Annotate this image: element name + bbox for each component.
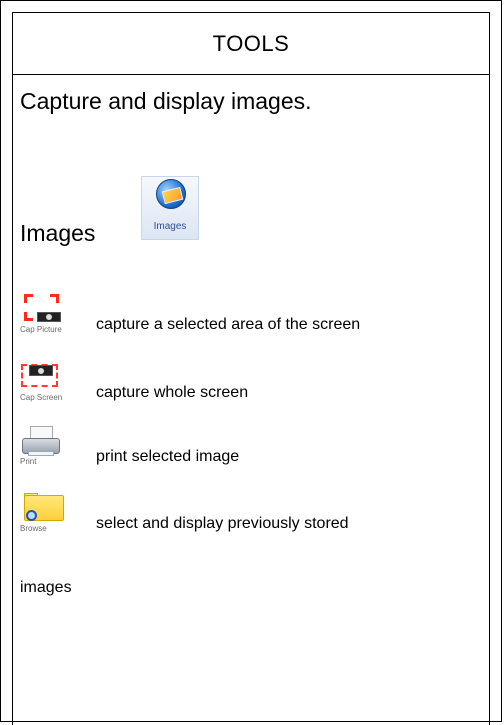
- tool-row-browse: Browse select and display previously sto…: [20, 493, 480, 539]
- images-section: Images Images: [20, 176, 320, 256]
- browse-description-continued: images: [20, 579, 72, 596]
- cap-picture-caption: Cap Picture: [20, 325, 62, 334]
- browse-caption: Browse: [20, 524, 47, 533]
- images-button-label: Images: [153, 221, 187, 232]
- cap-picture-description: capture a selected area of the screen: [96, 316, 361, 333]
- cap-screen-icon[interactable]: Cap Screen: [20, 362, 88, 408]
- browse-icon[interactable]: Browse: [20, 493, 88, 539]
- cap-picture-icon[interactable]: Cap Picture: [20, 294, 88, 340]
- cap-screen-description: capture whole screen: [96, 384, 249, 401]
- page-title: TOOLS: [12, 12, 490, 75]
- print-description: print selected image: [96, 448, 240, 465]
- cap-screen-caption: Cap Screen: [20, 393, 63, 402]
- print-icon[interactable]: Print: [20, 426, 88, 472]
- intro-text: Capture and display images.: [20, 88, 312, 114]
- browse-description: select and display previously stored: [96, 515, 349, 532]
- print-caption: Print: [20, 457, 37, 466]
- tool-row-print: Print print selected image: [20, 426, 480, 472]
- tool-row-cap-picture: Cap Picture capture a selected area of t…: [20, 294, 480, 340]
- images-button[interactable]: Images: [141, 176, 199, 240]
- magnifier-icon: [26, 510, 37, 521]
- camera-icon: [37, 312, 61, 322]
- images-label: Images: [20, 220, 96, 246]
- tool-row-cap-screen: Cap Screen capture whole screen: [20, 362, 480, 408]
- camera-icon: [29, 365, 53, 376]
